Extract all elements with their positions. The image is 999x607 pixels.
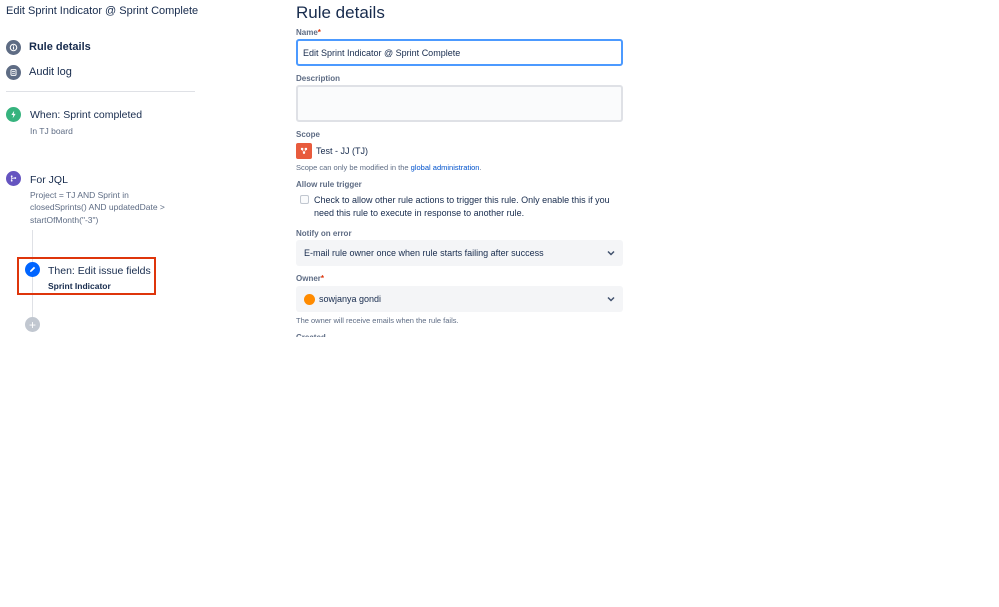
created-label: Created	[296, 333, 326, 337]
description-input[interactable]	[296, 85, 623, 122]
scope-project: Test - JJ (TJ)	[296, 143, 368, 159]
info-icon	[6, 39, 21, 55]
nav-audit-log[interactable]: Audit log	[6, 63, 72, 81]
chevron-down-icon	[607, 250, 615, 256]
condition-jql-line-3: startOfMonth("-3")	[30, 215, 99, 225]
condition-jql-line-1: Project = TJ AND Sprint in	[30, 190, 129, 200]
owner-note: The owner will receive emails when the r…	[296, 316, 459, 325]
lightning-icon[interactable]	[6, 107, 21, 122]
global-administration-link[interactable]: global administration	[411, 163, 480, 172]
notify-select-value: E-mail rule owner once when rule starts …	[304, 248, 544, 258]
trigger-title[interactable]: When: Sprint completed	[30, 109, 142, 121]
rule-title: Edit Sprint Indicator @ Sprint Complete	[6, 5, 199, 17]
allow-trigger-description: Check to allow other rule actions to tri…	[314, 195, 610, 218]
scope-note: Scope can only be modified in the global…	[296, 163, 482, 172]
list-icon	[6, 64, 21, 80]
name-label: Name*	[296, 28, 321, 37]
owner-select-value: sowjanya gondi	[319, 294, 382, 304]
nav-divider	[6, 91, 195, 92]
description-label: Description	[296, 74, 341, 83]
branch-icon[interactable]	[6, 171, 21, 186]
action-subtitle: Sprint Indicator	[48, 281, 111, 291]
action-title[interactable]: Then: Edit issue fields	[48, 265, 151, 277]
scope-label: Scope	[296, 130, 321, 139]
allow-trigger-label: Allow rule trigger	[296, 180, 362, 189]
owner-label: Owner*	[296, 274, 325, 283]
nav-audit-log-label: Audit log	[29, 66, 72, 78]
nav-rule-details-label: Rule details	[29, 41, 91, 53]
allow-trigger-checkbox[interactable]	[300, 195, 309, 204]
notify-label: Notify on error	[296, 229, 352, 238]
nav-rule-details[interactable]: Rule details	[6, 38, 91, 56]
plus-icon: +	[28, 317, 36, 332]
notify-select[interactable]: E-mail rule owner once when rule starts …	[296, 240, 623, 266]
pencil-icon[interactable]	[25, 262, 40, 277]
owner-select[interactable]: sowjanya gondi	[296, 286, 623, 312]
condition-jql-line-2: closedSprints() AND updatedDate >	[30, 202, 165, 212]
chevron-down-icon	[607, 296, 615, 302]
name-input[interactable]	[296, 39, 623, 66]
add-component-button[interactable]: +	[25, 317, 40, 332]
trigger-subtitle: In TJ board	[30, 126, 73, 136]
scope-project-name: Test - JJ (TJ)	[316, 146, 368, 156]
avatar	[304, 293, 315, 305]
page-title: Rule details	[296, 3, 385, 22]
project-avatar-icon	[296, 143, 312, 159]
condition-title[interactable]: For JQL	[30, 174, 68, 186]
